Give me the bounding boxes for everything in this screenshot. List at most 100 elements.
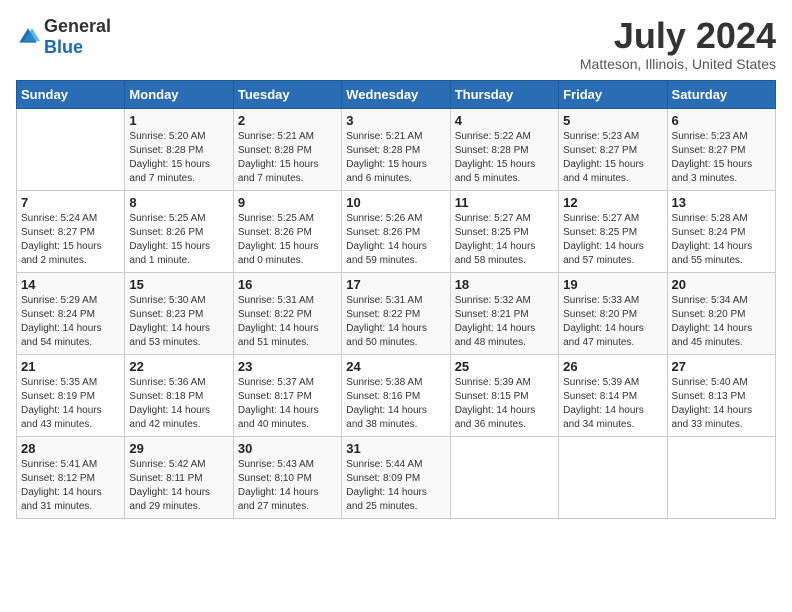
day-detail: Sunrise: 5:21 AM Sunset: 8:28 PM Dayligh… xyxy=(346,130,445,186)
day-detail: Sunrise: 5:40 AM Sunset: 8:13 PM Dayligh… xyxy=(672,376,771,432)
day-number: 29 xyxy=(129,441,228,456)
calendar-cell: 13Sunrise: 5:28 AM Sunset: 8:24 PM Dayli… xyxy=(667,190,775,272)
day-detail: Sunrise: 5:37 AM Sunset: 8:17 PM Dayligh… xyxy=(238,376,337,432)
day-detail: Sunrise: 5:44 AM Sunset: 8:09 PM Dayligh… xyxy=(346,458,445,514)
main-title: July 2024 xyxy=(580,16,776,56)
calendar-cell: 14 Sunrise: 5:29 AM Sunset: 8:24 PM Dayli… xyxy=(17,272,125,354)
calendar-cell: 31 Sunrise: 5:44 AM Sunset: 8:09 PM Dayli… xyxy=(342,436,450,518)
day-number: 4 xyxy=(455,113,554,128)
day-detail: Sunrise: 5:25 AM Sunset: 8:26 PM Dayligh… xyxy=(129,212,228,268)
day-detail: Sunrise: 5:31 AM Sunset: 8:22 PM Dayligh… xyxy=(346,294,445,350)
calendar-cell xyxy=(559,436,667,518)
calendar-cell: 21Sunrise: 5:35 AM Sunset: 8:19 PM Dayli… xyxy=(17,354,125,436)
day-number: 31 xyxy=(346,441,445,456)
weekday-header-thursday: Thursday xyxy=(450,80,558,108)
day-number: 26 xyxy=(563,359,662,374)
day-detail: Sunrise: 5:43 AM Sunset: 8:10 PM Dayligh… xyxy=(238,458,337,514)
subtitle: Matteson, Illinois, United States xyxy=(580,56,776,72)
day-detail: Sunrise: 5:30 AM Sunset: 8:23 PM Dayligh… xyxy=(129,294,228,350)
calendar-cell: 18 Sunrise: 5:32 AM Sunset: 8:21 PM Dayli… xyxy=(450,272,558,354)
calendar-week-row: 28 Sunrise: 5:41 AM Sunset: 8:12 PM Dayli… xyxy=(17,436,776,518)
day-number: 22 xyxy=(129,359,228,374)
day-number: 21 xyxy=(21,359,120,374)
day-number: 16 xyxy=(238,277,337,292)
day-detail: Sunrise: 5:42 AM Sunset: 8:11 PM Dayligh… xyxy=(129,458,228,514)
day-detail: Sunrise: 5:32 AM Sunset: 8:21 PM Dayligh… xyxy=(455,294,554,350)
calendar-week-row: 21Sunrise: 5:35 AM Sunset: 8:19 PM Dayli… xyxy=(17,354,776,436)
weekday-header-friday: Friday xyxy=(559,80,667,108)
day-number: 2 xyxy=(238,113,337,128)
calendar-week-row: 14 Sunrise: 5:29 AM Sunset: 8:24 PM Dayli… xyxy=(17,272,776,354)
calendar-cell: 19 Sunrise: 5:33 AM Sunset: 8:20 PM Dayli… xyxy=(559,272,667,354)
calendar-table: SundayMondayTuesdayWednesdayThursdayFrid… xyxy=(16,80,776,519)
day-number: 5 xyxy=(563,113,662,128)
calendar-cell: 16 Sunrise: 5:31 AM Sunset: 8:22 PM Dayli… xyxy=(233,272,341,354)
day-detail: Sunrise: 5:25 AM Sunset: 8:26 PM Dayligh… xyxy=(238,212,337,268)
day-detail: Sunrise: 5:34 AM Sunset: 8:20 PM Dayligh… xyxy=(672,294,771,350)
day-number: 23 xyxy=(238,359,337,374)
day-number: 18 xyxy=(455,277,554,292)
weekday-header-tuesday: Tuesday xyxy=(233,80,341,108)
day-number: 20 xyxy=(672,277,771,292)
day-detail: Sunrise: 5:41 AM Sunset: 8:12 PM Dayligh… xyxy=(21,458,120,514)
day-detail: Sunrise: 5:20 AM Sunset: 8:28 PM Dayligh… xyxy=(129,130,228,186)
calendar-cell: 28 Sunrise: 5:41 AM Sunset: 8:12 PM Dayli… xyxy=(17,436,125,518)
day-detail: Sunrise: 5:39 AM Sunset: 8:15 PM Dayligh… xyxy=(455,376,554,432)
day-detail: Sunrise: 5:38 AM Sunset: 8:16 PM Dayligh… xyxy=(346,376,445,432)
day-number: 8 xyxy=(129,195,228,210)
day-number: 3 xyxy=(346,113,445,128)
calendar-cell: 17 Sunrise: 5:31 AM Sunset: 8:22 PM Dayli… xyxy=(342,272,450,354)
page-header: General Blue July 2024 Matteson, Illinoi… xyxy=(16,16,776,72)
day-detail: Sunrise: 5:24 AM Sunset: 8:27 PM Dayligh… xyxy=(21,212,120,268)
calendar-cell: 12Sunrise: 5:27 AM Sunset: 8:25 PM Dayli… xyxy=(559,190,667,272)
day-number: 28 xyxy=(21,441,120,456)
weekday-header-monday: Monday xyxy=(125,80,233,108)
day-number: 30 xyxy=(238,441,337,456)
day-number: 15 xyxy=(129,277,228,292)
day-number: 27 xyxy=(672,359,771,374)
calendar-week-row: 7 Sunrise: 5:24 AM Sunset: 8:27 PM Daylig… xyxy=(17,190,776,272)
calendar-cell: 15 Sunrise: 5:30 AM Sunset: 8:23 PM Dayli… xyxy=(125,272,233,354)
day-detail: Sunrise: 5:29 AM Sunset: 8:24 PM Dayligh… xyxy=(21,294,120,350)
calendar-cell: 26 Sunrise: 5:39 AM Sunset: 8:14 PM Dayli… xyxy=(559,354,667,436)
logo-blue: Blue xyxy=(44,37,83,57)
calendar-cell: 23 Sunrise: 5:37 AM Sunset: 8:17 PM Dayli… xyxy=(233,354,341,436)
day-detail: Sunrise: 5:23 AM Sunset: 8:27 PM Dayligh… xyxy=(563,130,662,186)
day-number: 25 xyxy=(455,359,554,374)
calendar-cell: 10Sunrise: 5:26 AM Sunset: 8:26 PM Dayli… xyxy=(342,190,450,272)
calendar-cell: 2 Sunrise: 5:21 AM Sunset: 8:28 PM Daylig… xyxy=(233,108,341,190)
logo-general: General xyxy=(44,16,111,36)
day-number: 10 xyxy=(346,195,445,210)
day-detail: Sunrise: 5:27 AM Sunset: 8:25 PM Dayligh… xyxy=(455,212,554,268)
day-detail: Sunrise: 5:27 AM Sunset: 8:25 PM Dayligh… xyxy=(563,212,662,268)
day-detail: Sunrise: 5:23 AM Sunset: 8:27 PM Dayligh… xyxy=(672,130,771,186)
weekday-header-wednesday: Wednesday xyxy=(342,80,450,108)
calendar-cell xyxy=(667,436,775,518)
calendar-cell: 29 Sunrise: 5:42 AM Sunset: 8:11 PM Dayli… xyxy=(125,436,233,518)
calendar-cell: 6 Sunrise: 5:23 AM Sunset: 8:27 PM Daylig… xyxy=(667,108,775,190)
day-number: 7 xyxy=(21,195,120,210)
day-detail: Sunrise: 5:31 AM Sunset: 8:22 PM Dayligh… xyxy=(238,294,337,350)
calendar-cell: 24Sunrise: 5:38 AM Sunset: 8:16 PM Dayli… xyxy=(342,354,450,436)
calendar-cell xyxy=(17,108,125,190)
day-detail: Sunrise: 5:39 AM Sunset: 8:14 PM Dayligh… xyxy=(563,376,662,432)
day-detail: Sunrise: 5:33 AM Sunset: 8:20 PM Dayligh… xyxy=(563,294,662,350)
day-number: 13 xyxy=(672,195,771,210)
day-number: 19 xyxy=(563,277,662,292)
logo-text: General Blue xyxy=(44,16,111,58)
day-number: 17 xyxy=(346,277,445,292)
day-number: 6 xyxy=(672,113,771,128)
day-detail: Sunrise: 5:36 AM Sunset: 8:18 PM Dayligh… xyxy=(129,376,228,432)
calendar-body: 1Sunrise: 5:20 AM Sunset: 8:28 PM Daylig… xyxy=(17,108,776,518)
day-number: 14 xyxy=(21,277,120,292)
calendar-cell: 3 Sunrise: 5:21 AM Sunset: 8:28 PM Daylig… xyxy=(342,108,450,190)
calendar-cell: 22 Sunrise: 5:36 AM Sunset: 8:18 PM Dayli… xyxy=(125,354,233,436)
calendar-cell: 5 Sunrise: 5:23 AM Sunset: 8:27 PM Daylig… xyxy=(559,108,667,190)
weekday-header-saturday: Saturday xyxy=(667,80,775,108)
calendar-cell: 20 Sunrise: 5:34 AM Sunset: 8:20 PM Dayli… xyxy=(667,272,775,354)
calendar-cell: 1Sunrise: 5:20 AM Sunset: 8:28 PM Daylig… xyxy=(125,108,233,190)
day-detail: Sunrise: 5:21 AM Sunset: 8:28 PM Dayligh… xyxy=(238,130,337,186)
calendar-cell: 7 Sunrise: 5:24 AM Sunset: 8:27 PM Daylig… xyxy=(17,190,125,272)
calendar-cell: 9Sunrise: 5:25 AM Sunset: 8:26 PM Daylig… xyxy=(233,190,341,272)
logo-icon xyxy=(16,25,40,49)
